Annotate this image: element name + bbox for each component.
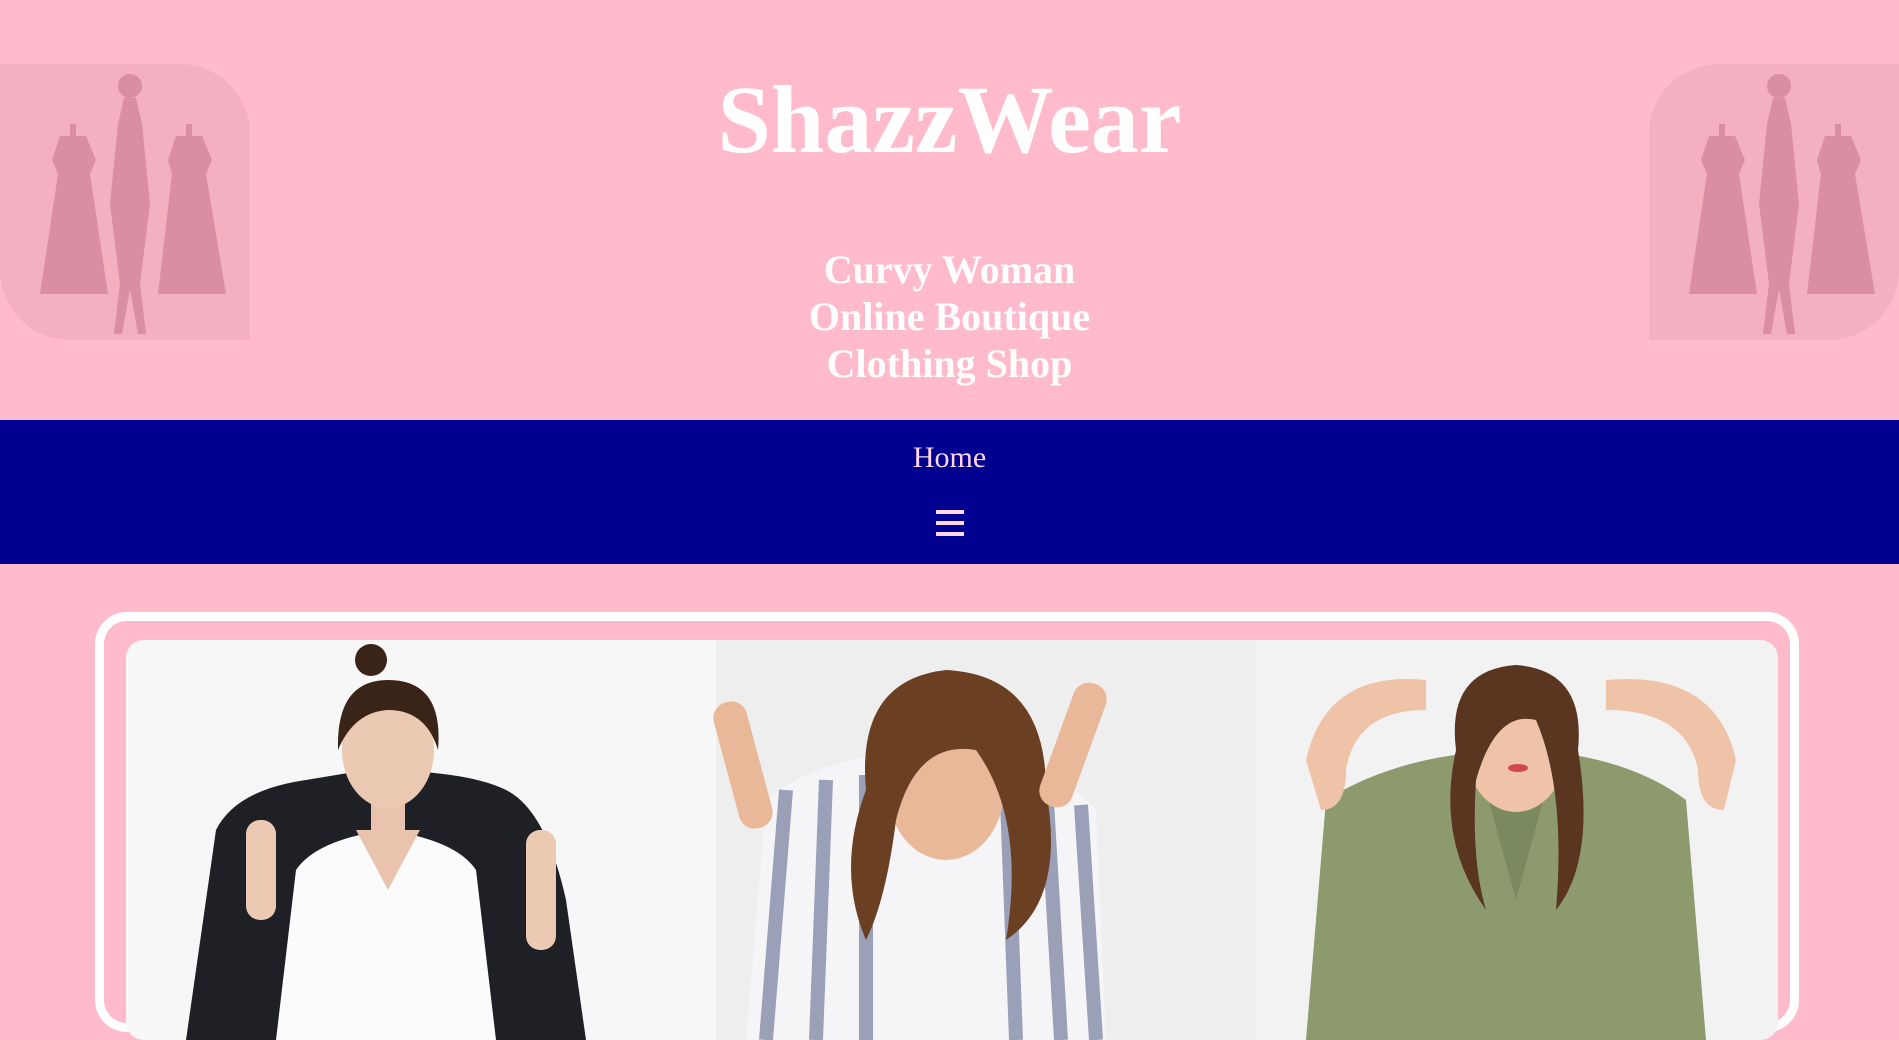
main-navigation: Home [0,420,1899,564]
hero-banner [126,640,1778,1040]
tagline-line: Curvy Woman [823,247,1076,292]
fashion-models-photo [126,640,1778,1040]
hamburger-menu-icon[interactable] [936,510,964,536]
site-title: ShazzWear [717,66,1182,173]
home-link[interactable]: Home [913,441,986,474]
tagline-line: Online Boutique [808,294,1091,339]
site-tagline: Curvy Woman Online Boutique Clothing Sho… [0,246,1899,387]
model-olive-shirt [1306,665,1736,1040]
tagline-line: Clothing Shop [826,341,1073,386]
site-header: ShazzWear Curvy Woman Online Boutique Cl… [0,0,1899,420]
nav-item-home: Home [0,440,1899,476]
